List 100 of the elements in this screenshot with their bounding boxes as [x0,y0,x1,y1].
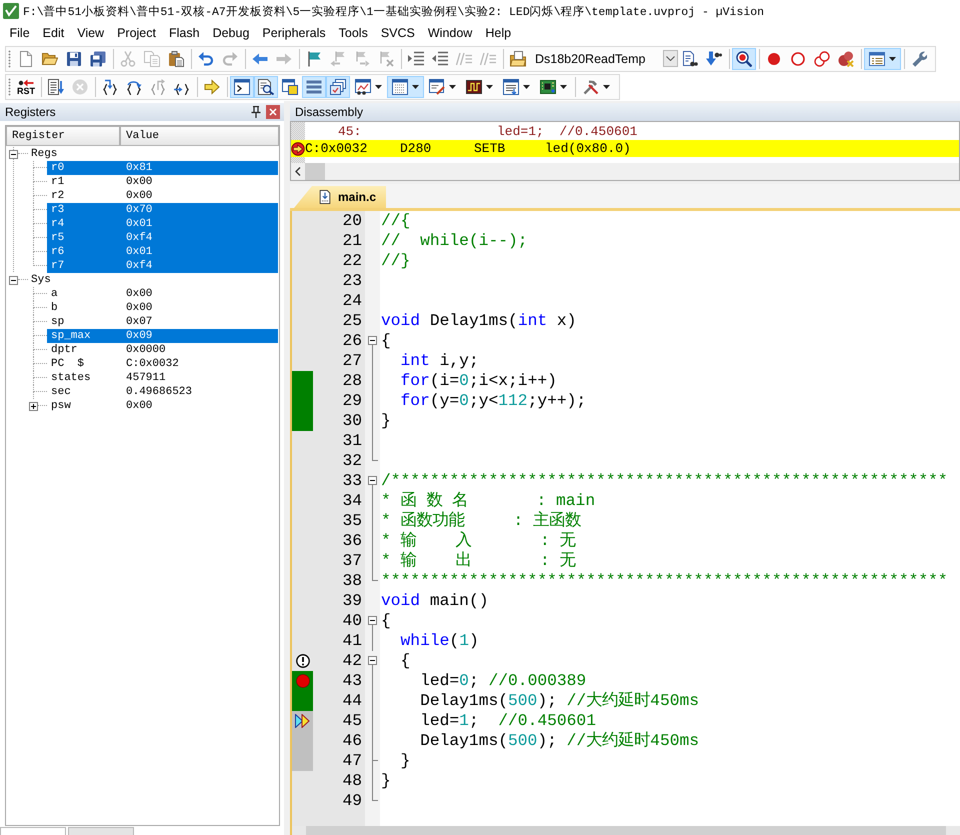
register-value: 0xf4 [125,260,152,272]
close-button[interactable] [266,105,280,119]
register-row[interactable]: states 457911 [47,371,278,385]
file-tab[interactable]: main.c [294,186,386,208]
register-row[interactable]: r0 0x81 [47,161,278,175]
plus-box-icon[interactable] [29,402,38,410]
register-row[interactable]: psw 0x00 [47,399,278,413]
slashes-lines-icon [456,50,472,66]
register-value: 0x01 [125,246,152,258]
register-row[interactable]: r7 0xf4 [47,259,278,273]
right-arrow-icon [204,79,220,95]
disassembly-row[interactable]: C:0x0032 D280 SETB led(0x80.0) [291,140,959,157]
line-number: 35 [341,511,363,531]
menu-item[interactable]: Project [110,24,162,42]
register-row[interactable]: sec 0.49686523 [47,385,278,399]
code-line: while(1) [400,631,480,651]
disassembly-row[interactable]: 45: led=1; //0.450601 [291,123,959,140]
minus-box-icon[interactable] [368,616,377,625]
column-header[interactable]: Register [6,126,120,146]
flag-arrow-icon [330,50,346,66]
menu-item[interactable]: Peripherals [256,24,332,42]
register-row[interactable]: a 0x00 [47,287,278,301]
code-line: { [381,331,392,351]
minus-box-icon[interactable] [9,150,18,158]
windows-button[interactable] [864,48,901,70]
register-row[interactable]: r5 0xf4 [47,231,278,245]
menu-item[interactable]: Flash [162,24,206,42]
register-row[interactable]: sp_max 0x09 [47,329,278,343]
menu-item[interactable]: File [3,24,36,42]
command-window-button[interactable] [230,76,254,98]
register-value: 0x00 [125,190,152,202]
register-row[interactable]: r6 0x01 [47,245,278,259]
register-name: sp_max [50,330,92,342]
line-number: 31 [341,431,363,451]
column-header[interactable]: Value [120,126,279,146]
line-number: 22 [341,251,363,271]
horizontal-scrollbar[interactable] [291,163,959,180]
register-row[interactable]: PC $ C:0x0032 [47,357,278,371]
line-number: 41 [341,631,363,651]
register-row[interactable]: r1 0x00 [47,175,278,189]
panel-title: Registers [5,105,56,119]
instruction-operand: led(0x80.0) [545,141,631,156]
minus-box-icon[interactable] [368,656,377,665]
menu-item[interactable]: Debug [206,24,256,42]
register-row[interactable]: b 0x00 [47,301,278,315]
code-line: led=0; //0.000389 [419,671,586,691]
disassembly-window-button[interactable] [254,76,278,98]
line-number: 26 [341,331,363,351]
code-line: } [400,751,412,771]
code-line: void main() [381,591,490,611]
redo-icon [222,50,238,66]
register-row[interactable]: dptr 0x0000 [47,343,278,357]
waveform-icon [466,79,482,95]
document-icon [318,189,332,205]
minus-box-icon[interactable] [368,476,377,485]
register-row[interactable]: sp 0x07 [47,315,278,329]
menu-item[interactable]: SVCS [374,24,422,42]
clipboard-icon [168,50,184,66]
menu-item[interactable]: Tools [332,24,374,42]
call-stack-window-button[interactable] [326,76,350,98]
stacked-bars-icon [306,79,322,95]
register-row[interactable]: r4 0x01 [47,217,278,231]
line-number: 37 [341,551,363,571]
menu-item[interactable]: Edit [36,24,71,42]
debug-session-button[interactable] [732,48,756,70]
reset-button[interactable]: RST [14,76,38,98]
braces-arrow-icon [102,79,118,95]
register-name: states [50,372,92,384]
line-number: 39 [341,591,363,611]
toolbar-grip[interactable] [8,78,11,96]
memory-window-button[interactable] [387,76,424,98]
registers-window-button[interactable] [302,76,326,98]
window-square-icon [282,79,298,95]
menu-item[interactable]: Help [478,24,518,42]
line-number: 24 [341,291,363,311]
pin-button[interactable] [249,105,263,119]
register-value: 0.49686523 [125,386,192,398]
toolbar-grip[interactable] [8,50,11,68]
source-code: led=1; //0.450601 [497,124,638,139]
caret-icon [560,85,567,89]
minus-box-icon[interactable] [368,336,377,345]
target-select[interactable]: Ds18b20ReadTemp [532,48,678,68]
line-number: 46 [341,731,363,751]
register-name: b [50,302,59,314]
app-logo-icon [3,3,19,19]
indent-icon [408,50,424,66]
code-line: Delay1ms(500); //大约延时450ms [419,731,700,751]
minus-box-icon[interactable] [9,276,18,284]
menu-item[interactable]: View [70,24,111,42]
register-row[interactable]: Regs [28,147,278,161]
folder-icon [510,50,526,66]
scrollbar-thumb[interactable] [305,163,325,180]
register-name: r4 [50,218,66,230]
register-row[interactable]: r3 0x70 [47,203,278,217]
register-name: sec [50,386,72,398]
menu-item[interactable]: Window [421,24,479,42]
document-binoculars-icon [682,50,698,66]
filled-circle-icon [766,50,782,66]
register-row[interactable]: r2 0x00 [47,189,278,203]
register-row[interactable]: Sys [28,273,278,287]
